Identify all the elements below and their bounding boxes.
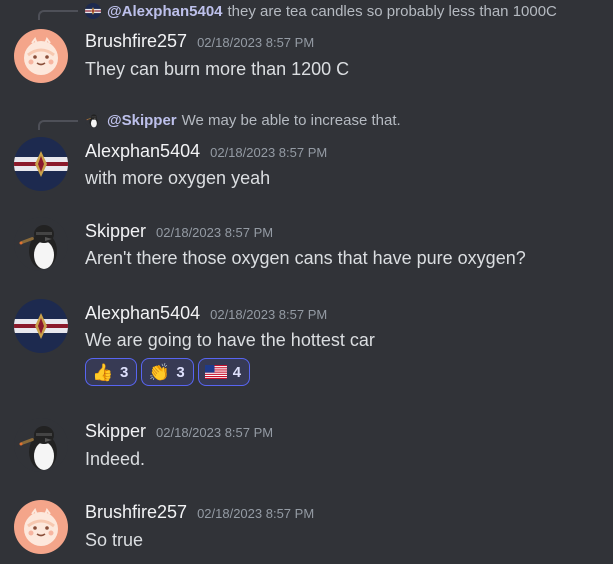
message-content: Indeed. xyxy=(85,449,146,469)
message-content: with more oxygen yeah xyxy=(85,168,271,188)
timestamp: 02/18/2023 8:57 PM xyxy=(156,225,274,240)
message-header: Skipper 02/18/2023 8:57 PM xyxy=(85,221,273,242)
alexphan-avatar-icon xyxy=(85,3,101,19)
skipper-avatar-icon[interactable] xyxy=(14,418,68,472)
brushfire-avatar-icon[interactable] xyxy=(14,500,68,554)
timestamp: 02/18/2023 8:57 PM xyxy=(197,35,315,50)
message-header: Alexphan5404 02/18/2023 8:57 PM xyxy=(85,303,327,324)
username[interactable]: Brushfire257 xyxy=(85,31,187,52)
message-header: Alexphan5404 02/18/2023 8:57 PM xyxy=(85,141,327,162)
reaction-thumbs-up[interactable]: 👍 3 xyxy=(85,358,138,386)
reply-preview[interactable]: @Skipper We may be able to increase that… xyxy=(85,110,401,130)
reply-text: We may be able to increase that. xyxy=(181,111,401,129)
timestamp: 02/18/2023 8:57 PM xyxy=(197,506,315,521)
reactions-bar: 👍 3 👏 3 4 xyxy=(85,358,251,386)
brushfire-avatar-icon[interactable] xyxy=(14,29,68,83)
reply-username[interactable]: @Skipper xyxy=(107,112,177,129)
username[interactable]: Alexphan5404 xyxy=(85,303,200,324)
message-content: Aren't there those oxygen cans that have… xyxy=(85,248,526,268)
timestamp: 02/18/2023 8:57 PM xyxy=(210,307,328,322)
reaction-clapping-hands[interactable]: 👏 3 xyxy=(141,358,194,386)
reaction-us-flag[interactable]: 4 xyxy=(197,358,251,386)
message-content: So true xyxy=(85,530,144,550)
alexphan-avatar-icon[interactable] xyxy=(14,137,68,191)
username[interactable]: Brushfire257 xyxy=(85,502,187,523)
timestamp: 02/18/2023 8:57 PM xyxy=(156,425,274,440)
reply-preview[interactable]: @Alexphan5404 they are tea candles so pr… xyxy=(85,1,557,21)
skipper-avatar-icon[interactable] xyxy=(14,217,68,271)
reply-username[interactable]: @Alexphan5404 xyxy=(107,3,223,20)
message-header: Brushfire257 02/18/2023 8:57 PM xyxy=(85,31,314,52)
reply-text: they are tea candles so probably less th… xyxy=(227,2,557,20)
reaction-count: 3 xyxy=(120,363,129,381)
alexphan-avatar-icon[interactable] xyxy=(14,299,68,353)
timestamp: 02/18/2023 8:57 PM xyxy=(210,145,328,160)
message-content: We are going to have the hottest car xyxy=(85,330,375,350)
reply-connector xyxy=(38,10,78,20)
us-flag-icon xyxy=(204,362,227,382)
message-content: They can burn more than 1200 C xyxy=(85,59,350,79)
username[interactable]: Skipper xyxy=(85,421,146,442)
username[interactable]: Alexphan5404 xyxy=(85,141,200,162)
username[interactable]: Skipper xyxy=(85,221,146,242)
message-header: Brushfire257 02/18/2023 8:57 PM xyxy=(85,502,314,523)
reaction-count: 4 xyxy=(232,363,242,381)
skipper-avatar-icon xyxy=(85,112,101,128)
clapping-hands-icon: 👏 xyxy=(148,362,170,382)
thumbs-up-icon: 👍 xyxy=(92,362,114,382)
reaction-count: 3 xyxy=(176,363,185,381)
reply-connector xyxy=(38,120,78,130)
message-header: Skipper 02/18/2023 8:57 PM xyxy=(85,421,273,442)
